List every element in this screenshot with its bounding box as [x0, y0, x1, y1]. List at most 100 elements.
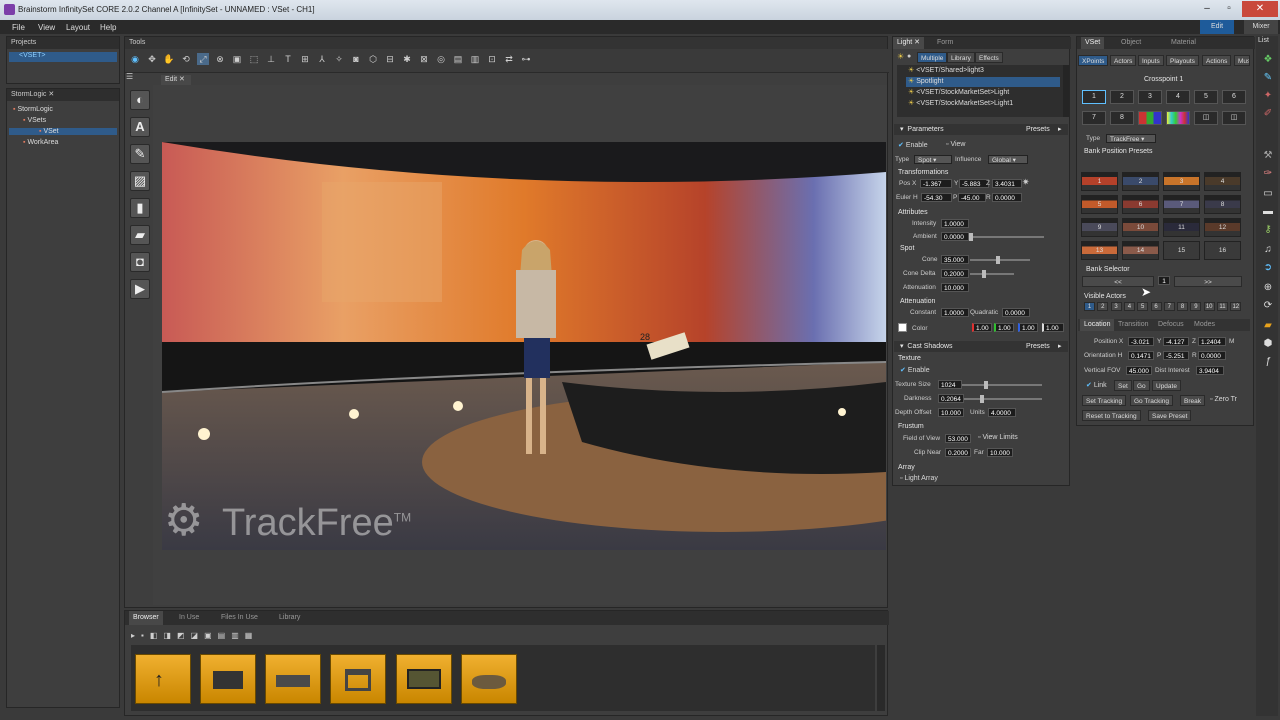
clip-near-field[interactable]: 0.2000	[945, 448, 971, 457]
lock-icon[interactable]: ⊡	[486, 53, 498, 65]
project-item[interactable]: <VSET>	[9, 52, 117, 62]
light-list-scrollbar[interactable]	[1063, 65, 1069, 117]
close-button[interactable]: ✕	[1242, 1, 1278, 17]
color-b-field[interactable]: 1.00	[1018, 323, 1038, 332]
ambient-field[interactable]: 0.0000	[941, 232, 969, 241]
light-array-checkbox[interactable]: ▫ Light Array	[900, 475, 938, 482]
color-a-field[interactable]: 1.00	[1042, 323, 1064, 332]
pen-icon[interactable]: ✐	[1260, 106, 1276, 122]
folder-up-icon[interactable]: ↑	[135, 654, 191, 704]
darkness-field[interactable]: 0.2064	[938, 394, 964, 403]
light-list-item[interactable]: ☀ <VSET/StockMarketSet>Light1	[908, 99, 1060, 109]
text-tool-icon[interactable]: T	[282, 53, 294, 65]
play-tool-icon[interactable]: ▶	[130, 279, 150, 299]
cone-slider[interactable]	[970, 259, 1030, 261]
bank-preset-16[interactable]: 16	[1204, 241, 1241, 260]
crosspoint-testpattern[interactable]	[1166, 111, 1190, 125]
intensity-field[interactable]: 1.0000	[941, 219, 969, 228]
pos-z-field[interactable]: 3.4031	[992, 179, 1022, 188]
darkness-slider[interactable]	[964, 398, 1042, 400]
bank-preset-10[interactable]: 10	[1122, 218, 1159, 237]
cone-delta-slider[interactable]	[970, 273, 1014, 275]
bank-preset-1[interactable]: 1	[1081, 172, 1118, 191]
subtab-music[interactable]: Music	[1234, 55, 1250, 66]
list-tab[interactable]: List	[1258, 37, 1269, 44]
camera-tool-icon[interactable]: ◙	[350, 53, 362, 65]
pos-x-field[interactable]: -1.367	[920, 179, 952, 188]
brush-tool-icon[interactable]: ✎	[130, 144, 150, 164]
bank-preset-4[interactable]: 4	[1204, 172, 1241, 191]
bank-preset-8[interactable]: 8	[1204, 195, 1241, 214]
crosspoint-cam1-icon[interactable]: ◫	[1194, 111, 1218, 125]
zero-tracking-checkbox[interactable]: ▫ Zero Tr	[1210, 396, 1248, 403]
pointer-icon[interactable]: ✦	[1260, 88, 1276, 104]
subtab-inputs[interactable]: Inputs	[1138, 55, 1164, 66]
bank-preset-7[interactable]: 7	[1163, 195, 1200, 214]
subtab-library[interactable]: Library	[947, 52, 975, 63]
color-g-field[interactable]: 1.00	[994, 323, 1014, 332]
orientation-h-field[interactable]: 0.1471	[1128, 351, 1154, 360]
shadow-presets-arrow-icon[interactable]: ▸	[1058, 342, 1062, 350]
bank-preset-2[interactable]: 2	[1122, 172, 1159, 191]
music-icon[interactable]: ♫	[1260, 242, 1276, 258]
stormlogic-tab[interactable]: StormLogic ✕	[7, 89, 119, 101]
go-button[interactable]: Go	[1133, 380, 1150, 391]
viewport-3d[interactable]: ⚙ TrackFreeTM 28	[162, 142, 886, 550]
crosspoint-button-1[interactable]: 1	[1082, 90, 1106, 104]
tab-in-use[interactable]: In Use	[175, 611, 203, 625]
snap-icon[interactable]: ⊟	[384, 53, 396, 65]
position-z-field[interactable]: 1.2404	[1198, 337, 1226, 346]
tab-form[interactable]: Form	[933, 37, 957, 49]
wrench-icon[interactable]: ⚒	[1260, 148, 1276, 164]
projects-tab[interactable]: Projects	[7, 37, 119, 49]
orientation-r-field[interactable]: 0.0000	[1198, 351, 1226, 360]
depth-offset-field[interactable]: 10.000	[938, 408, 964, 417]
axis-icon[interactable]: ⅄	[316, 53, 328, 65]
euler-p-field[interactable]: -45.00	[958, 193, 986, 202]
tab-location[interactable]: Location	[1080, 319, 1115, 331]
chart-icon[interactable]: ▥	[469, 53, 481, 65]
update-button[interactable]: Update	[1152, 380, 1181, 391]
actor-toggle-5[interactable]: 5	[1137, 302, 1149, 311]
menu-help[interactable]: Help	[100, 23, 116, 32]
bank-preset-9[interactable]: 9	[1081, 218, 1118, 237]
set-tracking-button[interactable]: Set Tracking	[1082, 395, 1127, 406]
view-limits-checkbox[interactable]: ▫ View Limits	[978, 434, 1018, 441]
set-button[interactable]: Set	[1114, 380, 1132, 391]
sphere-tool-icon[interactable]: ◐	[130, 90, 150, 110]
pan-icon[interactable]: ✋	[163, 53, 175, 65]
reset-to-tracking-button[interactable]: Reset to Tracking	[1082, 410, 1141, 421]
attenuation-field[interactable]: 10.000	[941, 283, 969, 292]
units-field[interactable]: 4.0000	[988, 408, 1016, 417]
bank-preset-15[interactable]: 15	[1163, 241, 1200, 260]
actor-toggle-8[interactable]: 8	[1177, 302, 1189, 311]
save-preset-button[interactable]: Save Preset	[1148, 410, 1192, 421]
crosspoint-button-5[interactable]: 5	[1194, 90, 1218, 104]
tab-browser[interactable]: Browser	[129, 611, 163, 625]
light-list-item-selected[interactable]: ☀ Spotlight	[906, 77, 1060, 87]
browser-scrollbar[interactable]	[877, 645, 885, 711]
tab-files-in-use[interactable]: Files In Use	[217, 611, 262, 625]
bank-preset-14[interactable]: 14	[1122, 241, 1159, 260]
subtab-playouts[interactable]: Playouts	[1166, 55, 1199, 66]
folder-sets-icon[interactable]	[461, 654, 517, 704]
tab-transition[interactable]: Transition	[1114, 319, 1152, 331]
grid-tool-icon[interactable]: ⊞	[299, 53, 311, 65]
mode-mixer-button[interactable]: Mixer	[1244, 20, 1278, 34]
network-icon[interactable]: ❖	[1260, 52, 1276, 68]
cube-icon[interactable]: ⬡	[367, 53, 379, 65]
menu-file[interactable]: File	[12, 23, 25, 32]
influence-select[interactable]: Global ▾	[988, 155, 1028, 164]
select-icon[interactable]: ◉	[129, 53, 141, 65]
type-select[interactable]: Spot ▾	[914, 155, 952, 164]
rotate-icon[interactable]: ⟲	[180, 53, 192, 65]
actor-toggle-11[interactable]: 11	[1217, 302, 1228, 311]
function-icon[interactable]: ƒ	[1260, 354, 1276, 370]
cone-field[interactable]: 35.000	[941, 255, 969, 264]
go-tracking-button[interactable]: Go Tracking	[1130, 395, 1174, 406]
star-icon[interactable]: ✱	[401, 53, 413, 65]
subtab-multiple[interactable]: Multiple	[917, 52, 948, 63]
link-checkbox[interactable]: ✔ Link	[1086, 381, 1107, 389]
navigate-icon[interactable]: ➲	[1260, 260, 1276, 276]
cross-icon[interactable]: ⊠	[418, 53, 430, 65]
